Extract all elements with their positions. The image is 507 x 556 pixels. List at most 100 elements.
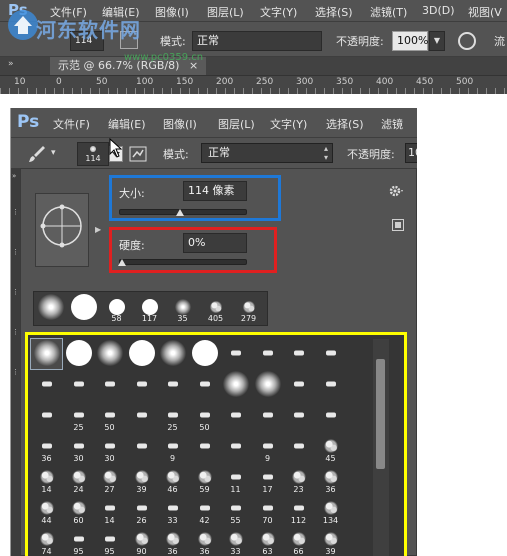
menu-edit[interactable]: 编辑(E) (108, 116, 146, 132)
brush-preset[interactable] (283, 339, 314, 369)
menu-3d[interactable]: 3D(D) (422, 4, 455, 17)
brush-preset[interactable]: 25 (63, 401, 94, 432)
brush-preset[interactable] (220, 370, 251, 400)
brush-preset[interactable] (252, 401, 283, 431)
brush-preset[interactable] (126, 339, 157, 369)
brush-preset[interactable] (315, 401, 346, 431)
brush-tip-preview[interactable] (35, 193, 89, 267)
top-mode-select[interactable]: 正常 (192, 31, 322, 51)
brush-preset[interactable]: 60 (63, 494, 94, 525)
top-brush-size-field[interactable]: 114 (70, 31, 104, 51)
recent-brush[interactable]: 279 (232, 292, 265, 325)
brush-preset[interactable]: 24 (63, 463, 94, 494)
brush-preset[interactable] (315, 339, 346, 369)
brush-preset[interactable]: 70 (252, 494, 283, 525)
menu-view[interactable]: 视图(V (468, 4, 502, 20)
brush-preset[interactable]: 17 (252, 463, 283, 494)
brush-preset[interactable] (220, 432, 251, 462)
brush-preset[interactable] (189, 370, 220, 400)
brush-preset[interactable] (283, 370, 314, 400)
brush-preset[interactable] (315, 370, 346, 400)
menu-select[interactable]: 选择(S) (315, 4, 353, 20)
brush-preset[interactable]: 25 (157, 401, 188, 432)
brush-preset[interactable]: 9 (157, 432, 188, 463)
brush-preset[interactable]: 44 (31, 494, 62, 525)
menu-select[interactable]: 选择(S) (326, 116, 364, 132)
brush-preset[interactable]: 66 (283, 525, 314, 556)
brush-preset[interactable]: 14 (94, 494, 125, 525)
brush-preset[interactable]: 63 (252, 525, 283, 556)
recent-brush[interactable]: 117 (133, 292, 166, 325)
recent-brush[interactable] (67, 292, 100, 325)
brush-preset[interactable]: 33 (220, 525, 251, 556)
brush-preset[interactable]: 23 (283, 463, 314, 494)
top-brush-panel-icon[interactable] (120, 31, 138, 49)
brush-preset[interactable] (31, 401, 62, 431)
brush-preset[interactable] (94, 370, 125, 400)
brush-preset[interactable]: 27 (94, 463, 125, 494)
hardness-value[interactable]: 0% (183, 233, 247, 253)
brush-preset[interactable]: 36 (189, 525, 220, 556)
menu-type[interactable]: 文字(Y) (270, 116, 307, 132)
top-opacity-field[interactable]: 100% (392, 31, 428, 51)
menu-filter[interactable]: 滤镜 (381, 116, 403, 132)
brush-preset[interactable] (63, 370, 94, 400)
expand-panel-icon[interactable]: » (12, 172, 19, 182)
menu-type[interactable]: 文字(Y) (260, 4, 297, 20)
top-tab-close-icon[interactable]: × (189, 59, 198, 72)
brush-preset[interactable]: 90 (126, 525, 157, 556)
recent-brush[interactable]: 405 (199, 292, 232, 325)
hardness-slider[interactable] (119, 259, 247, 265)
menu-layer[interactable]: 图层(L) (218, 116, 255, 132)
brush-preset[interactable]: 46 (157, 463, 188, 494)
brush-preset[interactable] (30, 338, 63, 370)
presets-scrollbar-thumb[interactable] (376, 359, 385, 469)
brush-preset[interactable]: 45 (315, 432, 346, 463)
brush-preset[interactable] (126, 401, 157, 431)
recent-brush[interactable]: 35 (166, 292, 199, 325)
brush-preset[interactable] (252, 370, 283, 400)
brush-preset[interactable]: 36 (157, 525, 188, 556)
brush-preset[interactable]: 50 (189, 401, 220, 432)
brush-preset[interactable]: 30 (63, 432, 94, 463)
brush-preset-picker[interactable]: 114 (77, 142, 109, 166)
brush-preset[interactable]: 112 (283, 494, 314, 525)
brush-preset[interactable]: 74 (31, 525, 62, 556)
new-preset-icon[interactable] (392, 219, 404, 231)
brush-preset[interactable] (157, 370, 188, 400)
recent-brush[interactable] (34, 292, 67, 325)
top-airbrush-icon[interactable] (458, 32, 476, 50)
brush-preset[interactable]: 134 (315, 494, 346, 525)
brush-preset[interactable]: 30 (94, 432, 125, 463)
brush-preset[interactable]: 26 (126, 494, 157, 525)
brush-preset[interactable] (220, 401, 251, 431)
mode-select[interactable]: 正常 ▴ ▾ (201, 143, 333, 163)
menu-filter[interactable]: 滤镜(T) (370, 4, 407, 20)
size-value[interactable]: 114 像素 (183, 181, 247, 201)
brush-preset[interactable]: 9 (252, 432, 283, 463)
recent-brush[interactable]: 58 (100, 292, 133, 325)
brush-preset[interactable] (94, 339, 125, 369)
brush-preset[interactable]: 36 (31, 432, 62, 463)
top-document-tab[interactable]: 示范 @ 66.7% (RGB/8) × (50, 57, 207, 75)
menu-image[interactable]: 图像(I) (163, 116, 197, 132)
brush-preset[interactable]: 11 (220, 463, 251, 494)
brush-preset[interactable] (252, 339, 283, 369)
brush-preset[interactable] (126, 432, 157, 462)
brush-preset[interactable]: 36 (315, 463, 346, 494)
size-slider-thumb[interactable] (176, 209, 185, 216)
brush-preset[interactable]: 42 (189, 494, 220, 525)
top-collapse-icon[interactable]: » (8, 59, 14, 69)
brush-preset[interactable]: 59 (189, 463, 220, 494)
brush-preset[interactable] (220, 339, 251, 369)
brush-preset[interactable]: 95 (94, 525, 125, 556)
top-opacity-dropdown-icon[interactable]: ▼ (429, 31, 445, 51)
presets-scrollbar[interactable] (373, 339, 389, 556)
brush-preset[interactable] (283, 401, 314, 431)
brush-preset[interactable]: 50 (94, 401, 125, 432)
opacity-field[interactable]: 10 (405, 143, 417, 163)
brush-preset[interactable]: 39 (315, 525, 346, 556)
gear-icon[interactable] (388, 183, 404, 199)
tool-preset-chevron-icon[interactable]: ▾ (51, 148, 56, 158)
menu-file[interactable]: 文件(F) (53, 116, 90, 132)
